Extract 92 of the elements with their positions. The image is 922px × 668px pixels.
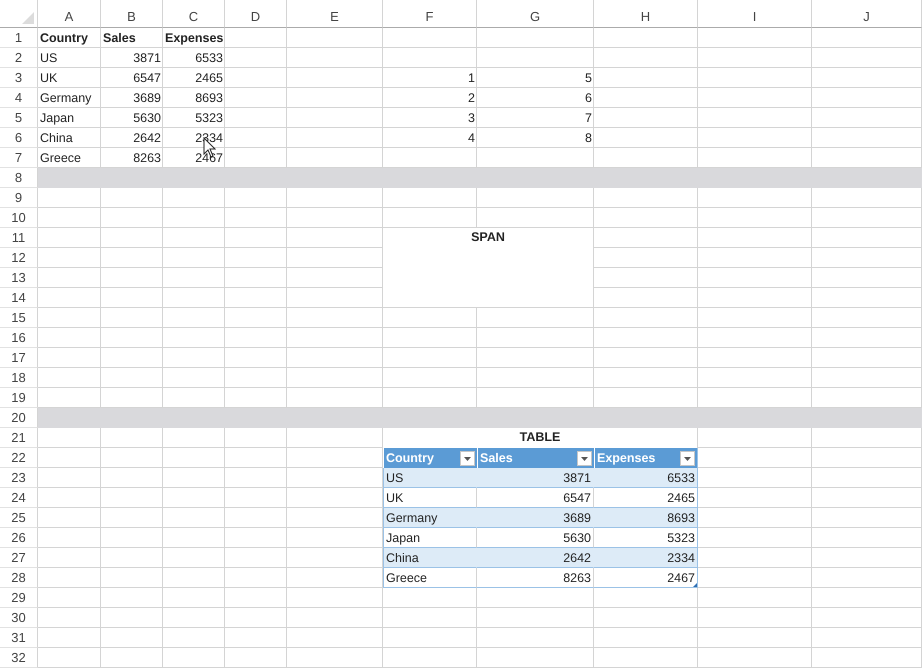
cell-value: 6533	[195, 51, 223, 65]
row-header[interactable]: 1	[0, 28, 38, 48]
cell-value: 6	[585, 91, 592, 105]
column-header[interactable]: I	[698, 0, 812, 28]
row-header[interactable]: 24	[0, 488, 38, 508]
cell-value: 6547	[133, 71, 161, 85]
table-cell: 2465	[594, 488, 698, 508]
cell-value: Germany	[40, 91, 92, 105]
table-title: TABLE	[383, 428, 698, 448]
table-cell: 2642	[477, 548, 594, 568]
row-header[interactable]: 2	[0, 48, 38, 68]
row-header[interactable]: 26	[0, 528, 38, 548]
column-header[interactable]: J	[812, 0, 922, 28]
column-header[interactable]: E	[287, 0, 383, 28]
cell-value: 2467	[195, 151, 223, 165]
table-cell: Greece	[383, 568, 477, 588]
column-header[interactable]: G	[477, 0, 594, 28]
cell-value: 5630	[133, 111, 161, 125]
cell-value: 3871	[133, 51, 161, 65]
row-header[interactable]: 29	[0, 588, 38, 608]
cell-value: 8263	[133, 151, 161, 165]
column-header[interactable]: H	[594, 0, 698, 28]
header-label: Sales	[480, 451, 513, 465]
row-header[interactable]: 13	[0, 268, 38, 288]
cell-value: China	[40, 131, 73, 145]
row-header[interactable]: 22	[0, 448, 38, 468]
table-cell: Japan	[383, 528, 477, 548]
column-heading-text: Country	[40, 31, 88, 45]
row-header[interactable]: 14	[0, 288, 38, 308]
column-header[interactable]: A	[38, 0, 101, 28]
row-header[interactable]: 21	[0, 428, 38, 448]
row-header[interactable]: 9	[0, 188, 38, 208]
row-header[interactable]: 4	[0, 88, 38, 108]
cell-value: 4	[468, 131, 475, 145]
table-cell: 3871	[477, 468, 594, 488]
row-header[interactable]: 32	[0, 648, 38, 668]
row-header[interactable]: 11	[0, 228, 38, 248]
filter-dropdown-icon[interactable]	[680, 450, 695, 466]
cell-value: 5323	[195, 111, 223, 125]
merged-cell: SPAN	[383, 228, 594, 308]
cell-value: 1	[468, 71, 475, 85]
table-cell: 8693	[594, 508, 698, 528]
cell-value: 8693	[195, 91, 223, 105]
table-cell: 3689	[477, 508, 594, 528]
row-header[interactable]: 3	[0, 68, 38, 88]
row-header[interactable]: 25	[0, 508, 38, 528]
table-cell: 5323	[594, 528, 698, 548]
cell-value: 8	[585, 131, 592, 145]
table-cell: 2467	[594, 568, 698, 588]
row-header[interactable]: 27	[0, 548, 38, 568]
cell-value: UK	[40, 71, 58, 85]
row-header[interactable]: 7	[0, 148, 38, 168]
cell-value: US	[40, 51, 58, 65]
cell-value: 3689	[133, 91, 161, 105]
table-cell: China	[383, 548, 477, 568]
row-header[interactable]: 30	[0, 608, 38, 628]
column-header[interactable]: D	[225, 0, 287, 28]
column-heading-text: Sales	[103, 31, 136, 45]
cell-value: Greece	[40, 151, 81, 165]
filter-dropdown-icon[interactable]	[460, 450, 475, 466]
cell-value: 2	[468, 91, 475, 105]
column-header[interactable]: F	[383, 0, 477, 28]
column-heading-text: Expenses	[165, 31, 224, 45]
cell-value: 2642	[133, 131, 161, 145]
column-header[interactable]: C	[163, 0, 225, 28]
header-label: Country	[386, 451, 434, 465]
row-header[interactable]: 15	[0, 308, 38, 328]
row-header[interactable]: 18	[0, 368, 38, 388]
row-header[interactable]: 17	[0, 348, 38, 368]
table-cell: UK	[383, 488, 477, 508]
row-header[interactable]: 16	[0, 328, 38, 348]
row-header[interactable]: 28	[0, 568, 38, 588]
row-header[interactable]: 10	[0, 208, 38, 228]
cell-value: 5	[585, 71, 592, 85]
table-cell: Germany	[383, 508, 477, 528]
resize-handle-icon[interactable]	[693, 583, 697, 587]
cell-value: 3	[468, 111, 475, 125]
row-header[interactable]: 31	[0, 628, 38, 648]
row-header[interactable]: 6	[0, 128, 38, 148]
row-header[interactable]: 19	[0, 388, 38, 408]
cell-value: 2465	[195, 71, 223, 85]
header-label: Expenses	[597, 451, 656, 465]
cell-value: 7	[585, 111, 592, 125]
table-cell: 6533	[594, 468, 698, 488]
row-header[interactable]: 23	[0, 468, 38, 488]
table-cell: US	[383, 468, 477, 488]
cell-value: Japan	[40, 111, 74, 125]
table-cell: 2334	[594, 548, 698, 568]
column-header[interactable]: B	[101, 0, 163, 28]
row-header[interactable]: 5	[0, 108, 38, 128]
row-header[interactable]: 12	[0, 248, 38, 268]
filter-dropdown-icon[interactable]	[577, 450, 592, 466]
